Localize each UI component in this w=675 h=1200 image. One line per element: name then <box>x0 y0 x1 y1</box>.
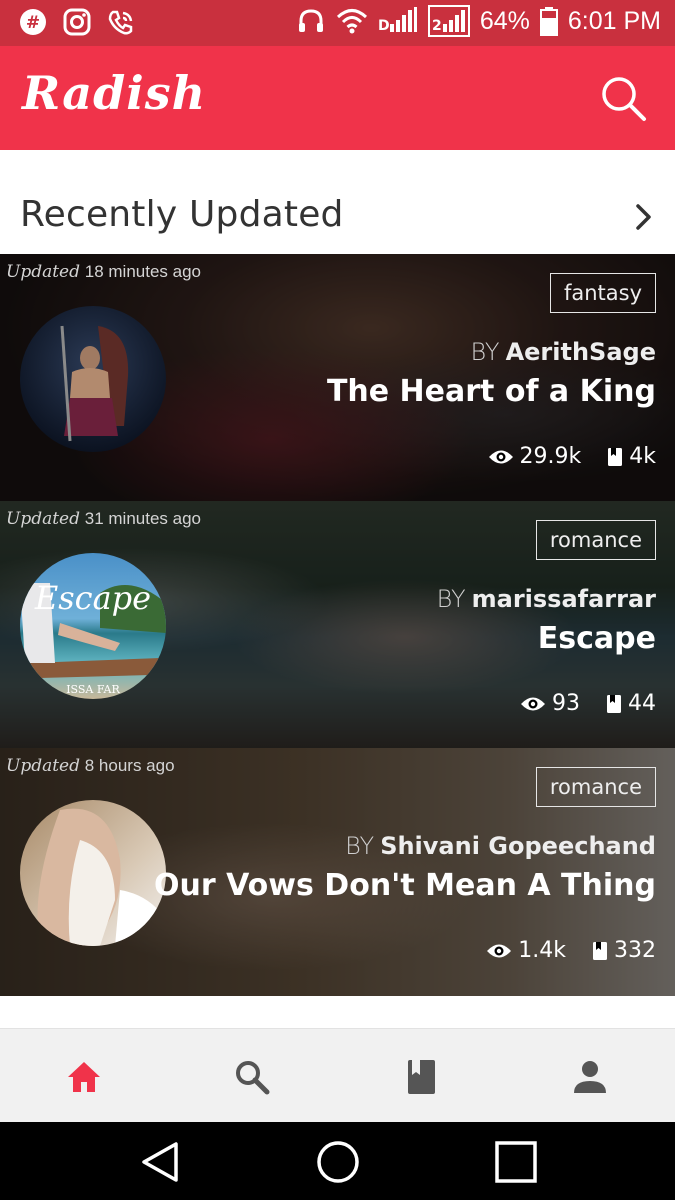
eye-icon <box>487 944 512 957</box>
battery-icon <box>539 6 558 36</box>
eye-icon <box>521 697 545 710</box>
view-count: 1.4k <box>518 938 566 963</box>
byline: BY marissafarrar <box>436 585 656 613</box>
book-icon <box>607 694 621 713</box>
book-icon <box>608 447 623 466</box>
chevron-right-icon[interactable] <box>633 202 655 232</box>
genre-tag[interactable]: romance <box>535 767 656 807</box>
cover-author: ISSA FAR <box>66 683 120 696</box>
home-icon[interactable] <box>64 1057 104 1097</box>
svg-text:D: D <box>378 18 390 34</box>
signal-icon: D <box>378 6 418 36</box>
system-navigation-bar <box>0 1122 675 1200</box>
author-name[interactable]: AerithSage <box>506 338 656 366</box>
updated-time: Updated 18 minutes ago <box>6 262 201 282</box>
clock: 6:01 PM <box>567 6 661 35</box>
app-logo[interactable]: Radish <box>22 66 206 120</box>
updated-time: Updated 31 minutes ago <box>6 509 201 529</box>
svg-text:2: 2 <box>432 18 442 34</box>
story-stats: 93 44 <box>520 691 656 716</box>
signal-2-icon: 2 <box>427 5 470 37</box>
section-title: Recently Updated <box>20 194 344 235</box>
headphones-icon <box>296 6 326 36</box>
byline: BY AerithSage <box>470 338 656 366</box>
book-icon <box>593 941 607 960</box>
updated-time: Updated 8 hours ago <box>6 756 175 776</box>
story-title[interactable]: Our Vows Don't Mean A Thing <box>154 868 656 903</box>
story-cover[interactable] <box>20 306 166 452</box>
search-button[interactable] <box>599 74 649 124</box>
app-bar: Radish <box>0 46 675 150</box>
story-card[interactable]: Updated 31 minutes ago Escape ISSA FAR r… <box>0 501 675 748</box>
library-icon[interactable] <box>401 1057 441 1097</box>
chapter-count: 4k <box>629 444 656 469</box>
story-title[interactable]: The Heart of a King <box>327 374 656 409</box>
search-icon[interactable] <box>232 1057 272 1097</box>
cover-title: Escape <box>34 579 151 617</box>
story-card[interactable]: Updated 8 hours ago romance BY Shivani Go… <box>0 748 675 996</box>
chapter-count: 332 <box>614 938 656 963</box>
search-icon <box>602 77 646 121</box>
wifi-icon <box>336 6 368 36</box>
battery-percent: 64% <box>479 6 530 35</box>
genre-tag[interactable]: fantasy <box>549 273 656 313</box>
story-stats: 29.9k 4k <box>488 444 656 469</box>
home-circle-icon[interactable] <box>314 1138 362 1186</box>
hashtag-icon: # <box>18 7 48 37</box>
genre-tag[interactable]: romance <box>535 520 656 560</box>
instagram-icon <box>62 7 92 37</box>
profile-icon[interactable] <box>570 1057 610 1097</box>
story-title[interactable]: Escape <box>538 621 656 656</box>
author-name[interactable]: Shivani Gopeechand <box>380 832 656 860</box>
bottom-navigation <box>0 1028 675 1122</box>
byline: BY Shivani Gopeechand <box>345 832 656 860</box>
section-header[interactable]: Recently Updated <box>0 150 675 254</box>
story-card[interactable]: Updated 18 minutes ago fantasy BY AerithS… <box>0 254 675 501</box>
chapter-count: 44 <box>628 691 656 716</box>
back-icon[interactable] <box>136 1138 184 1186</box>
view-count: 93 <box>552 691 580 716</box>
story-cover[interactable]: Escape ISSA FAR <box>20 553 166 699</box>
wifi-call-icon <box>106 7 136 37</box>
svg-text:#: # <box>26 13 40 33</box>
story-cover[interactable] <box>20 800 166 946</box>
author-name[interactable]: marissafarrar <box>472 585 656 613</box>
story-stats: 1.4k 332 <box>486 938 656 963</box>
status-bar: # D 2 64% 6:01 PM <box>0 0 675 46</box>
eye-icon <box>488 450 513 463</box>
view-count: 29.9k <box>519 444 582 469</box>
recents-icon[interactable] <box>492 1138 540 1186</box>
